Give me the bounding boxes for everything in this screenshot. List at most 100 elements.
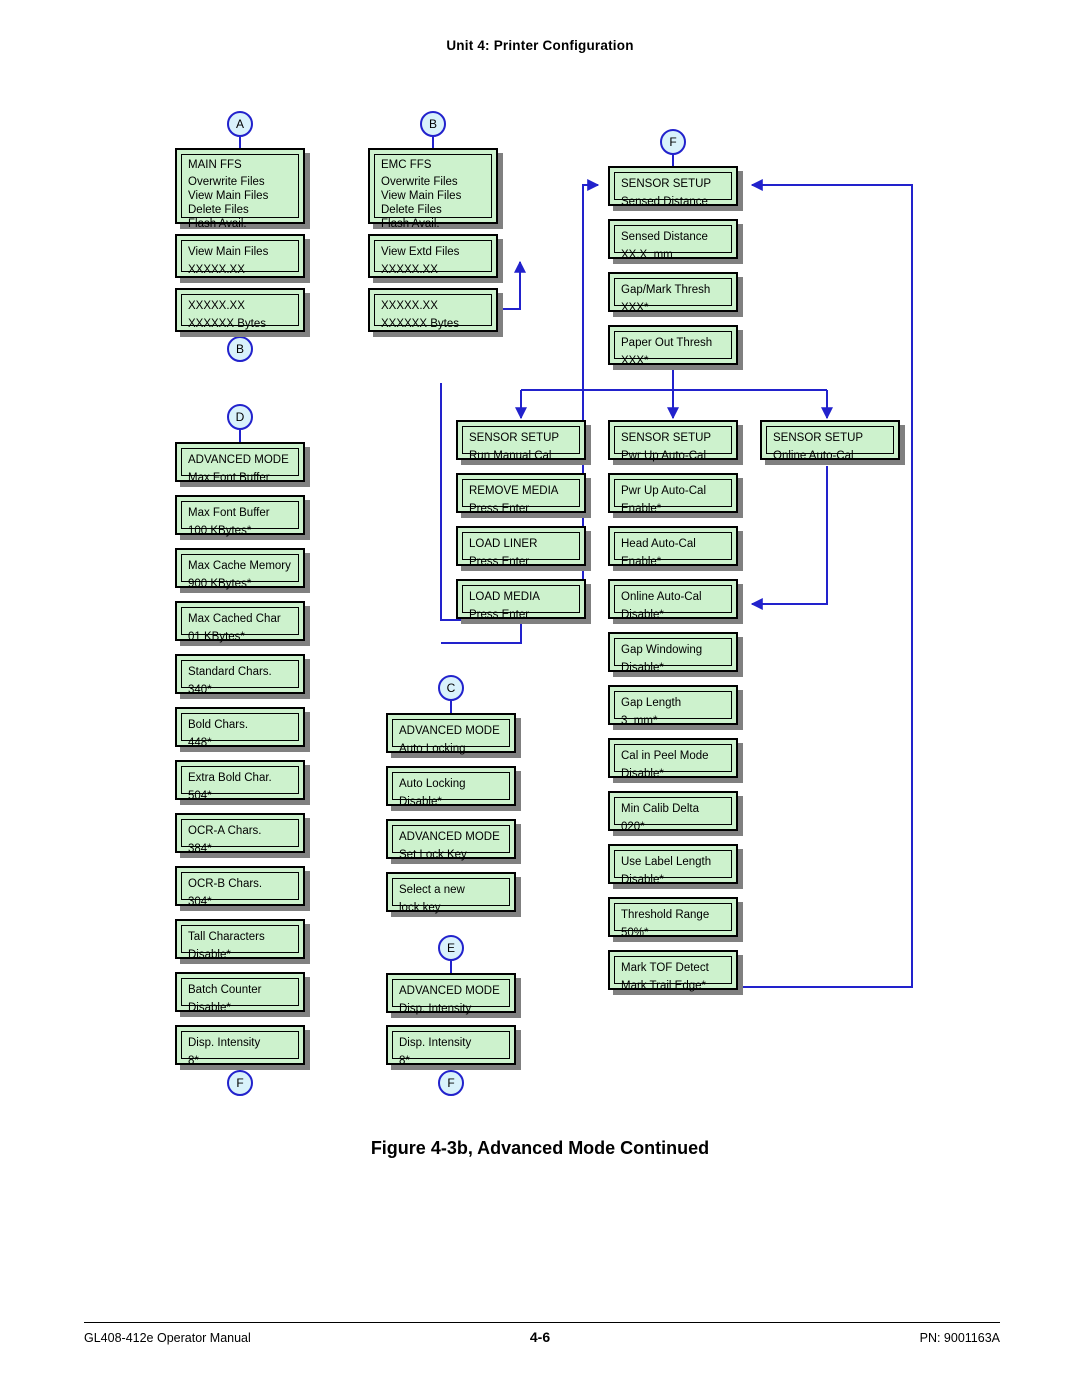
wire-load-media-out [441,624,522,644]
box-adv-set-lock-key[interactable]: ADVANCED MODE Set Lock Key [386,819,516,861]
box-min-calib-delta[interactable]: Min Calib Delta 020* [608,791,738,833]
box-line: Flash Avail. [188,218,247,230]
box-line: 020* [621,821,645,833]
box-disp-intensity-mid[interactable]: Disp. Intensity 8* [386,1025,516,1067]
box-online-auto-cal[interactable]: Online Auto-Cal Disable* [608,579,738,621]
box-use-label-length[interactable]: Use Label Length Disable* [608,844,738,886]
box-gap-windowing[interactable]: Gap Windowing Disable* [608,632,738,674]
box-load-media[interactable]: LOAD MEDIA Press Enter [456,579,586,621]
box-adv-disp-intensity[interactable]: ADVANCED MODE Disp. Intensity [386,973,516,1015]
box-line: ADVANCED MODE [399,831,500,843]
box-auto-locking[interactable]: Auto Locking Disable* [386,766,516,808]
box-adv-max-font-buffer[interactable]: ADVANCED MODE Max Font Buffer [175,442,305,484]
box-line: lock key [399,902,441,914]
box-line: Max Cached Char [188,613,281,625]
box-emc-ffs[interactable]: EMC FFS Overwrite Files View Main Files … [368,148,498,230]
box-threshold-range[interactable]: Threshold Range 50%* [608,897,738,939]
box-main-file-bytes[interactable]: XXXXX.XX XXXXXX Bytes [175,288,305,332]
box-line: Disable* [188,949,231,961]
box-line: XXXXX.XX [381,300,438,312]
box-gap-length[interactable]: Gap Length 3 mm* [608,685,738,727]
box-sensor-pwr-up-auto-cal[interactable]: SENSOR SETUP Pwr Up Auto-Cal [608,420,738,462]
bubble-e: E [438,935,464,961]
box-line: Sensed Distance [621,231,708,243]
footer-divider [84,1322,1000,1323]
box-main-view-files[interactable]: View Main Files XXXXX.XX [175,234,305,278]
box-line: View Main Files [381,190,462,202]
box-tall-characters[interactable]: Tall Characters Disable* [175,919,305,961]
box-line: View Main Files [188,190,269,202]
box-line: View Main Files [188,246,269,258]
box-line: SENSOR SETUP [773,432,864,444]
box-line: Disp. Intensity [399,1037,472,1049]
box-line: Disp. Intensity [399,1003,472,1015]
box-line: 3 mm* [621,715,658,727]
box-line: Disable* [399,796,442,808]
box-line: Overwrite Files [188,176,265,188]
box-line: REMOVE MEDIA [469,485,559,497]
box-bold-chars[interactable]: Bold Chars. 448* [175,707,305,749]
box-line: XXXXXX Bytes [188,318,266,330]
box-line: Online Auto-Cal [621,591,702,603]
box-ocr-b-chars[interactable]: OCR-B Chars. 304* [175,866,305,908]
box-line: 304* [188,896,212,908]
wire-online-autocal-down [750,466,828,610]
box-sensor-run-manual-cal[interactable]: SENSOR SETUP Run Manual Cal [456,420,586,462]
box-line: Disable* [621,874,664,886]
box-line: Auto Locking [399,743,466,755]
box-head-auto-cal[interactable]: Head Auto-Cal Enable* [608,526,738,568]
box-max-cache-memory[interactable]: Max Cache Memory 900 KBytes* [175,548,305,590]
box-line: LOAD LINER [469,538,538,550]
box-line: Standard Chars. [188,666,272,678]
box-extra-bold-char[interactable]: Extra Bold Char. 504* [175,760,305,802]
box-line: Use Label Length [621,856,712,868]
box-line: Max Cache Memory [188,560,291,572]
box-ocr-a-chars[interactable]: OCR-A Chars. 384* [175,813,305,855]
box-line: Select a new [399,884,465,896]
box-line: SENSOR SETUP [621,178,712,190]
box-line: Pwr Up Auto-Cal [621,450,707,462]
box-disp-intensity-left[interactable]: Disp. Intensity 8* [175,1025,305,1067]
box-line: ADVANCED MODE [399,985,500,997]
box-line: Tall Characters [188,931,265,943]
box-remove-media[interactable]: REMOVE MEDIA Press Enter [456,473,586,515]
box-line: Gap/Mark Thresh [621,284,711,296]
box-line: Mark TOF Detect [621,962,709,974]
box-line: Delete Files [381,204,442,216]
bubble-f-mid: F [438,1070,464,1096]
box-line: XXX* [621,302,649,314]
box-cal-in-peel-mode[interactable]: Cal in Peel Mode Disable* [608,738,738,780]
box-emc-file-bytes[interactable]: XXXXX.XX XXXXXX Bytes [368,288,498,332]
box-line: View Extd Files [381,246,460,258]
box-adv-auto-locking[interactable]: ADVANCED MODE Auto Locking [386,713,516,755]
box-sensor-online-auto-cal[interactable]: SENSOR SETUP Online Auto-Cal [760,420,900,462]
box-max-cached-char[interactable]: Max Cached Char 01 KBytes* [175,601,305,643]
flowchart-diagram: A B F B D C E F F MAIN FFS Overwrite Fil… [0,0,1080,1130]
box-gap-mark-thresh[interactable]: Gap/Mark Thresh XXX* [608,272,738,314]
box-sensed-distance[interactable]: Sensed Distance XX.X mm [608,219,738,261]
box-line: Disable* [621,768,664,780]
box-line: LOAD MEDIA [469,591,540,603]
box-line: Extra Bold Char. [188,772,272,784]
box-select-lock-key[interactable]: Select a new lock key [386,872,516,914]
box-line: MAIN FFS [188,159,242,171]
box-pwr-up-auto-cal[interactable]: Pwr Up Auto-Cal Enable* [608,473,738,515]
box-paper-out-thresh[interactable]: Paper Out Thresh XXX* [608,325,738,367]
bubble-b-bottom: B [227,336,253,362]
box-batch-counter[interactable]: Batch Counter Disable* [175,972,305,1014]
box-line: Run Manual Cal [469,450,552,462]
box-line: Max Font Buffer [188,472,270,484]
box-emc-view-files[interactable]: View Extd Files XXXXX.XX [368,234,498,278]
box-line: Mark Trail Edge* [621,980,707,992]
box-standard-chars[interactable]: Standard Chars. 340* [175,654,305,696]
box-mark-tof-detect[interactable]: Mark TOF Detect Mark Trail Edge* [608,950,738,992]
box-max-font-buffer[interactable]: Max Font Buffer 100 KBytes* [175,495,305,537]
box-line: SENSOR SETUP [621,432,712,444]
box-main-ffs[interactable]: MAIN FFS Overwrite Files View Main Files… [175,148,305,230]
box-line: Set Lock Key [399,849,467,861]
bubble-c: C [438,675,464,701]
box-line: XXXXX.XX [188,264,245,276]
box-line: Press Enter [469,609,530,621]
box-load-liner[interactable]: LOAD LINER Press Enter [456,526,586,568]
box-sensor-sensed-distance[interactable]: SENSOR SETUP Sensed Distance [608,166,738,208]
